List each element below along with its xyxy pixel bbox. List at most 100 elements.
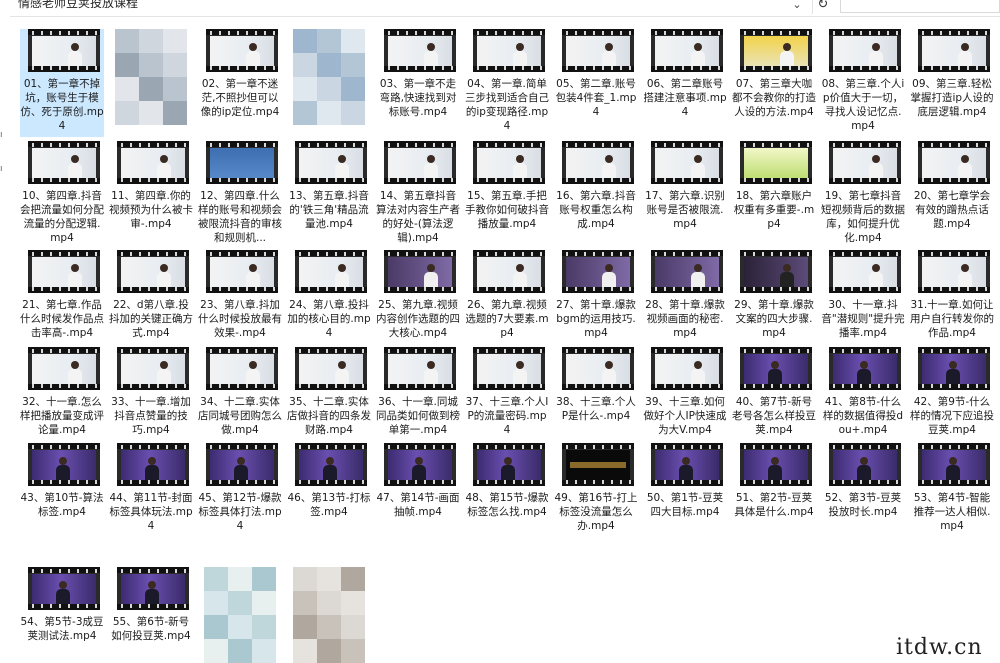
presenter-body (958, 272, 972, 290)
presenter-figure (246, 361, 260, 387)
file-item[interactable]: 44、第11节-封面标签具体玩法.mp4 (109, 443, 193, 533)
file-item[interactable]: 09、第三章.轻松掌握打造ip人设的底层逻辑.mp4 (910, 29, 994, 119)
presenter-head (771, 361, 779, 369)
presenter-head (71, 155, 79, 163)
file-item[interactable]: 12、第四章.什么样的账号和视频会被限流抖音的审核和规则机... (198, 141, 282, 244)
video-thumbnail (651, 29, 723, 72)
file-item[interactable]: 45、第12节-爆款标签具体打法.mp4 (198, 443, 282, 533)
file-name: 50、第1节-豆荚四大目标.mp4 (646, 492, 724, 518)
video-thumbnail (473, 250, 545, 293)
video-frame (210, 354, 274, 387)
file-item[interactable] (287, 29, 371, 125)
file-item[interactable]: 28、第十章.爆款视频画面的秘密.mp4 (643, 250, 727, 340)
file-item[interactable]: 22、d第八章.投抖加的关键正确方式.mp4 (109, 250, 193, 340)
file-item[interactable]: 39、十三章.如何做好个人IP快速成为大V.mp4 (643, 347, 727, 437)
file-name: 21、第七章.作品什么时候发作品点击率高-.mp4 (20, 299, 104, 339)
video-thumbnail (740, 29, 812, 72)
file-item[interactable]: 15、第五章.手把手教你如何破抖音播放量.mp4 (465, 141, 549, 231)
file-item[interactable]: 36、十一章.同城同品类如何做到榜单第一.mp4 (376, 347, 460, 437)
presenter-body (958, 51, 972, 69)
file-item[interactable]: 50、第1节-豆荚四大目标.mp4 (643, 443, 727, 533)
video-frame (388, 354, 452, 387)
file-item[interactable]: 29、第十章.爆款文案的四大步骤.mp4 (732, 250, 816, 340)
file-item[interactable]: 47、第14节-画面抽帧.mp4 (376, 443, 460, 533)
file-item[interactable] (198, 567, 282, 663)
file-item[interactable]: 01、第一章不掉坑，账号生于模仿、死于原创.mp4 (20, 29, 104, 137)
file-item[interactable]: 04、第一章.简单三步找到适合自己的ip变现路径.mp4 (465, 29, 549, 132)
presenter-head (783, 264, 791, 272)
video-frame (922, 257, 986, 290)
file-item[interactable]: 20、第七章学会有效的蹭热点话题.mp4 (910, 141, 994, 231)
file-item[interactable]: 43、第10节-算法标签.mp4 (20, 443, 104, 533)
file-item[interactable]: 53、第4节-智能推荐一达人相似.mp4 (910, 443, 994, 533)
file-item[interactable]: 05、第二章.账号包装4件套_1.mp4 (554, 29, 638, 119)
file-name: 04、第一章.简单三步找到适合自己的ip变现路径.mp4 (465, 78, 549, 132)
blurred-pixel-block (341, 591, 365, 615)
file-item[interactable]: 10、第四章.抖音会把流量如何分配流量的分配逻辑.mp4 (20, 141, 104, 244)
file-item[interactable]: 46、第13节-打标签.mp4 (287, 443, 371, 533)
video-thumbnail (829, 141, 901, 184)
file-item[interactable]: 38、十三章.个人P是什么-.mp4 (554, 347, 638, 437)
file-name: 26、第九章.视频选题的7大要素.mp4 (465, 299, 549, 339)
presenter-figure (68, 43, 82, 69)
presenter-figure (323, 457, 337, 483)
file-item[interactable]: 52、第3节-豆荚投放时长.mp4 (821, 443, 905, 533)
file-item[interactable]: 42、第9节-什么样的情况下应追投豆荚.mp4 (910, 347, 994, 437)
file-item[interactable]: 32、十一章.怎么样把播放量变成评论量.mp4 (20, 347, 104, 437)
blurred-pixel-block (228, 615, 252, 639)
blurred-pixel-block (341, 77, 365, 101)
file-item[interactable]: 24、第八章.投抖加的核心目的.mp4 (287, 250, 371, 340)
file-item[interactable]: 11、第四章.你的视频预为什么被卡审-.mp4 (109, 141, 193, 231)
file-item[interactable]: 40、第7节-新号老号各怎么样投豆荚.mp4 (732, 347, 816, 437)
presenter-head (148, 457, 156, 465)
presenter-body (602, 51, 616, 69)
presenter-body (157, 369, 171, 387)
file-item[interactable]: 31.十一章.如何让用户自行转发你的作品.mp4 (910, 250, 994, 340)
file-item[interactable]: 08、第三章.个人ip价值大于一切，寻找人设记忆点.mp4 (821, 29, 905, 132)
file-item[interactable]: 33、十一章.增加抖音点赞量的技巧.mp4 (109, 347, 193, 437)
file-item[interactable]: 07、第三章大咖都不会教你的打造人设的方法.mp4 (732, 29, 816, 119)
file-item[interactable] (287, 567, 371, 663)
file-name: 42、第9节-什么样的情况下应追投豆荚.mp4 (910, 396, 994, 436)
file-item[interactable] (109, 29, 193, 125)
presenter-figure (768, 361, 782, 387)
file-item[interactable]: 06、第二章账号搭建注意事项.mp4 (643, 29, 727, 119)
file-item[interactable]: 54、第5节-3成豆荚测试法.mp4 (20, 567, 104, 657)
file-item[interactable]: 21、第七章.作品什么时候发作品点击率高-.mp4 (20, 250, 104, 340)
file-item[interactable]: 49、第16节-打上标签没流量怎么办.mp4 (554, 443, 638, 533)
presenter-body (513, 51, 527, 69)
video-thumbnail (206, 250, 278, 293)
file-item[interactable]: 27、第十章.爆款bgm的运用技巧.mp4 (554, 250, 638, 340)
file-item[interactable]: 03、第一章不走弯路,快速找到对标账号.mp4 (376, 29, 460, 119)
file-item[interactable]: 34、十二章.实体店同城号团购怎么做.mp4 (198, 347, 282, 437)
video-thumbnail (651, 141, 723, 184)
file-item[interactable]: 23、第八章.抖加什么时候投放最有效果-.mp4 (198, 250, 282, 340)
file-item[interactable]: 26、第九章.视频选题的7大要素.mp4 (465, 250, 549, 340)
file-item[interactable]: 13、第五章.抖音的'铁三角'精品流量池.mp4 (287, 141, 371, 231)
file-item[interactable]: 19、第七章抖音短视频背后的数据库，如何提升优化.mp4 (821, 141, 905, 244)
file-item[interactable]: 37、十三章.个人IP的流量密码.mp4 (465, 347, 549, 437)
blurred-pixel-block (293, 591, 317, 615)
presenter-body (869, 163, 883, 181)
presenter-body (56, 589, 70, 607)
file-item[interactable]: 02、第一章不迷茫,不照抄但可以像的ip定位.mp4 (198, 29, 282, 119)
file-item[interactable]: 17、第六章.识别账号是否被限流.mp4 (643, 141, 727, 231)
video-frame (744, 36, 808, 69)
file-item[interactable]: 16、第六章.抖音账号权重怎么构成.mp4 (554, 141, 638, 231)
video-thumbnail (384, 443, 456, 486)
blurred-pixel-block (163, 101, 187, 125)
file-item[interactable]: 14、第五章抖音算法对内容生产者的好处-(算法逻辑).mp4 (376, 141, 460, 244)
file-item[interactable]: 18、第六章账户权重有多重要-.mp4 (732, 141, 816, 231)
file-item[interactable]: 30、十一章.抖音"潜规则"提升完播率.mp4 (821, 250, 905, 340)
file-item[interactable]: 41、第8节-什么样的数据值得投dou+.mp4 (821, 347, 905, 437)
presenter-body (602, 369, 616, 387)
file-item[interactable]: 55、第6节-新号如何投豆荚.mp4 (109, 567, 193, 657)
video-thumbnail (295, 443, 367, 486)
presenter-figure (56, 457, 70, 483)
video-thumbnail (740, 250, 812, 293)
file-item[interactable]: 51、第2节-豆荚具体是什么.mp4 (732, 443, 816, 533)
file-item[interactable]: 25、第九章.视频内容创作选题的四大核心.mp4 (376, 250, 460, 340)
file-item[interactable]: 48、第15节-爆款标签怎么找.mp4 (465, 443, 549, 533)
file-item[interactable]: 35、十二章.实体店做抖音的四条发财路.mp4 (287, 347, 371, 437)
file-name: 53、第4节-智能推荐一达人相似.mp4 (913, 492, 991, 532)
